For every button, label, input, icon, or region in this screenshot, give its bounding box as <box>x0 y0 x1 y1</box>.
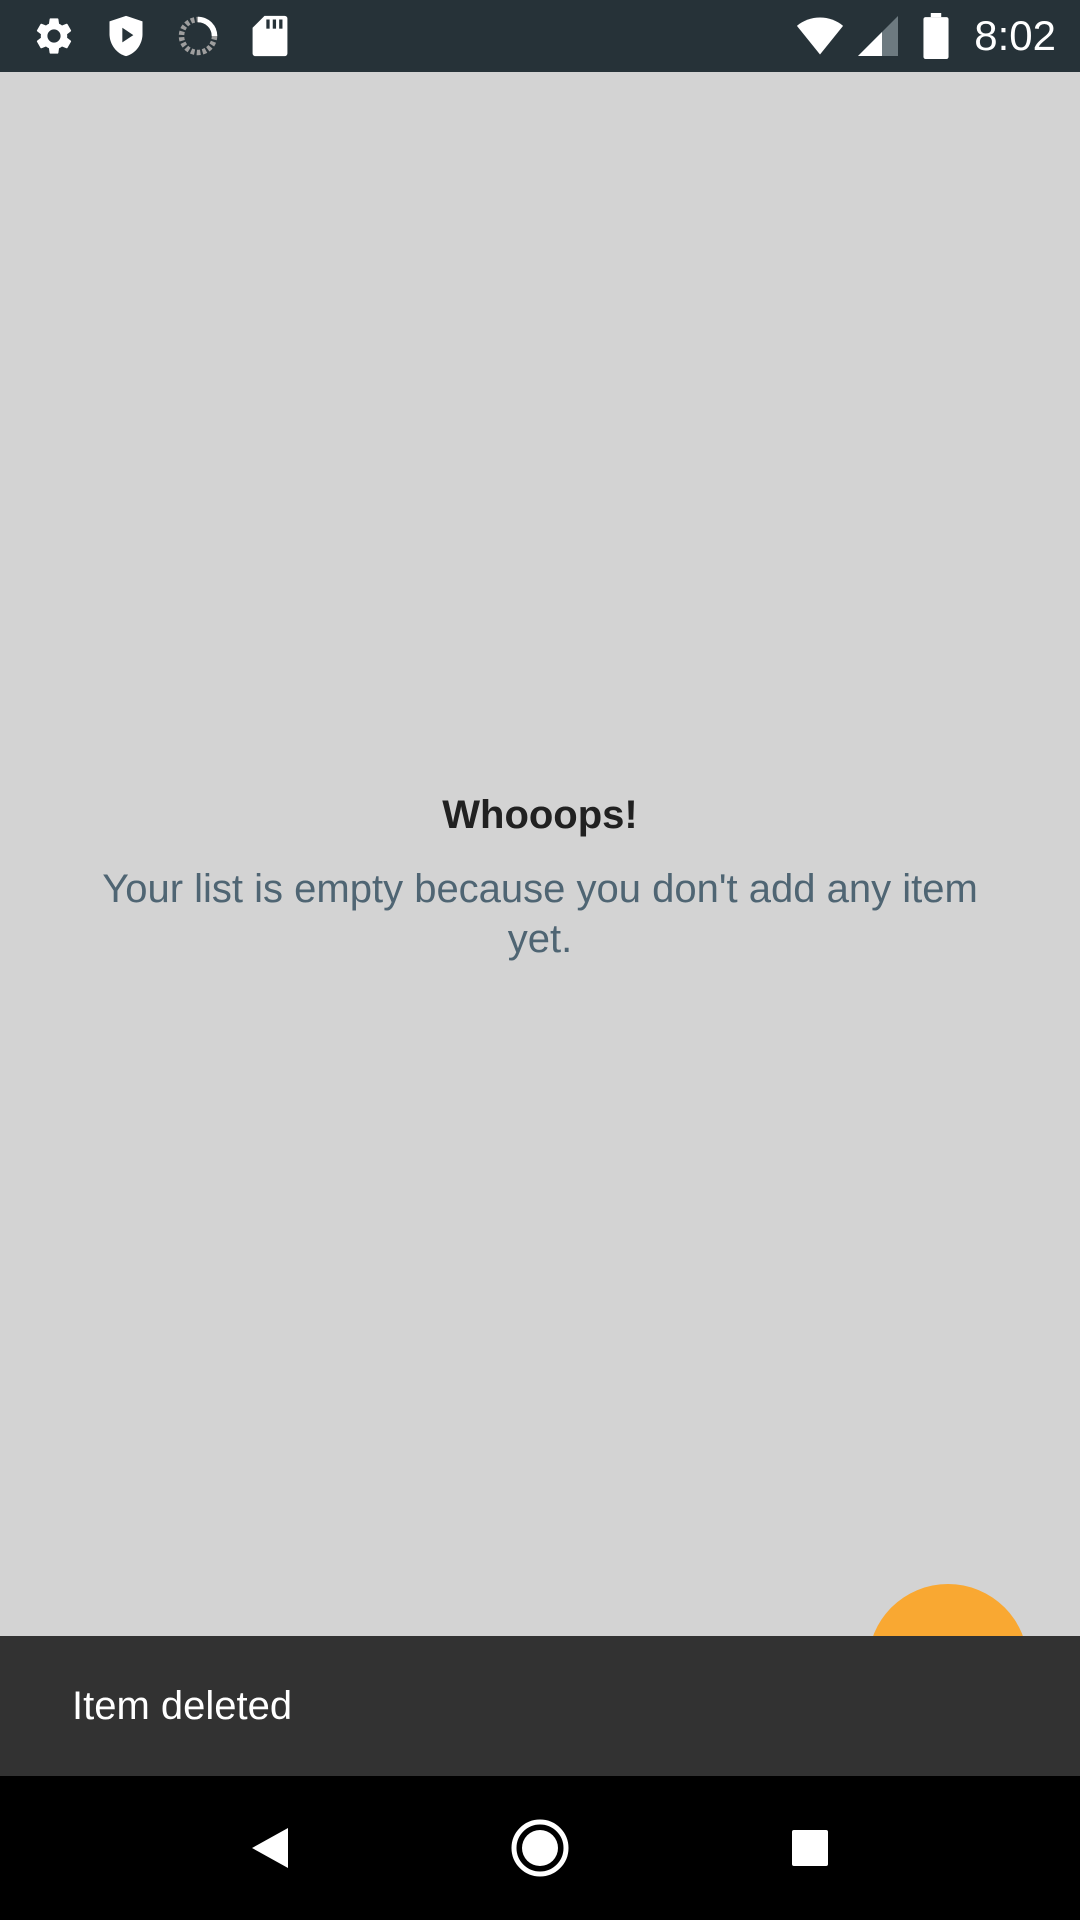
empty-state: Whooops! Your list is empty because you … <box>0 790 1080 964</box>
app-screen: 8:02 Whooops! Your list is empty because… <box>0 0 1080 1920</box>
wifi-icon <box>796 12 844 60</box>
home-icon[interactable] <box>504 1812 576 1884</box>
empty-state-title: Whooops! <box>442 793 638 837</box>
back-icon[interactable] <box>234 1812 306 1884</box>
sd-card-icon <box>246 12 294 60</box>
navigation-bar <box>0 1776 1080 1920</box>
gear-icon <box>30 12 78 60</box>
status-bar: 8:02 <box>0 0 1080 72</box>
shield-play-icon <box>102 12 150 60</box>
snackbar: Item deleted <box>0 1636 1080 1776</box>
recents-icon[interactable] <box>774 1812 846 1884</box>
sync-spinner-icon <box>174 12 222 60</box>
cellular-signal-icon <box>854 12 902 60</box>
snackbar-message: Item deleted <box>72 1684 293 1728</box>
battery-icon <box>912 12 960 60</box>
status-time: 8:02 <box>974 12 1056 59</box>
empty-state-message: Your list is empty because you don't add… <box>102 867 978 961</box>
